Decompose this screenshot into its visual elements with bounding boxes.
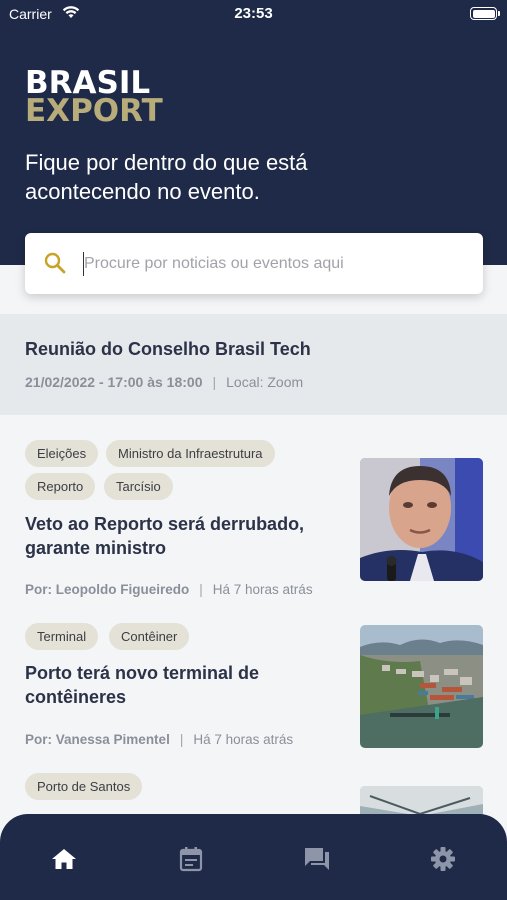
news-time: Há 7 horas atrás (193, 732, 294, 747)
tag-chip[interactable]: Contêiner (109, 623, 190, 650)
event-datetime: 21/02/2022 - 17:00 às 18:00 (25, 374, 203, 390)
event-location: Local: Zoom (226, 374, 304, 390)
news-meta: Por: Leopoldo Figueiredo | Há 7 horas atrá… (25, 582, 313, 597)
search-bar[interactable] (25, 233, 483, 294)
tag-chip[interactable]: Tarcísio (104, 473, 173, 500)
tag-chip[interactable]: Terminal (25, 623, 99, 650)
search-icon[interactable] (43, 251, 67, 280)
tag-chip[interactable]: Ministro da Infraestrutura (106, 440, 275, 467)
news-card[interactable]: Eleições Ministro da Infraestrutura Repo… (0, 415, 507, 615)
bottom-navigation (0, 814, 507, 900)
calendar-icon[interactable] (176, 844, 206, 874)
settings-icon[interactable] (428, 844, 458, 874)
battery-icon (470, 7, 500, 20)
event-meta: 21/02/2022 - 17:00 às 18:00 | Local: Zoom (25, 374, 304, 390)
search-input[interactable] (84, 245, 464, 283)
news-author: Por: Leopoldo Figueiredo (25, 582, 190, 597)
event-card[interactable]: Reunião do Conselho Brasil Tech 21/02/20… (0, 314, 507, 415)
news-thumbnail[interactable] (360, 625, 483, 748)
tag-chip[interactable]: Eleições (25, 440, 99, 467)
news-title[interactable]: Porto terá novo terminal de contêineres (25, 661, 325, 709)
tag-chip[interactable]: Porto de Santos (25, 773, 143, 800)
brand-logo: BRASIL EXPORT (25, 68, 163, 129)
tagline: Fique por dentro do que está acontecendo… (25, 150, 308, 204)
brand-line-2: EXPORT (25, 93, 163, 129)
clock: 23:53 (234, 5, 273, 22)
news-time: Há 7 horas atrás (212, 582, 313, 597)
news-thumbnail[interactable] (360, 458, 483, 581)
news-card[interactable]: Terminal Contêiner Porto terá novo termi… (0, 623, 507, 773)
home-icon[interactable] (49, 844, 79, 874)
news-title[interactable]: Veto ao Reporto será derrubado, garante … (25, 512, 325, 560)
status-bar: Carrier 23:53 (0, 0, 507, 30)
header: Carrier 23:53 BRASIL EXPORT Fique por de… (0, 0, 507, 265)
tag-chip[interactable]: Reporto (25, 473, 96, 500)
event-title: Reunião do Conselho Brasil Tech (25, 339, 311, 359)
chat-icon[interactable] (302, 844, 332, 874)
news-meta: Por: Vanessa Pimentel | Há 7 horas atrás (25, 732, 294, 747)
news-author: Por: Vanessa Pimentel (25, 732, 170, 747)
